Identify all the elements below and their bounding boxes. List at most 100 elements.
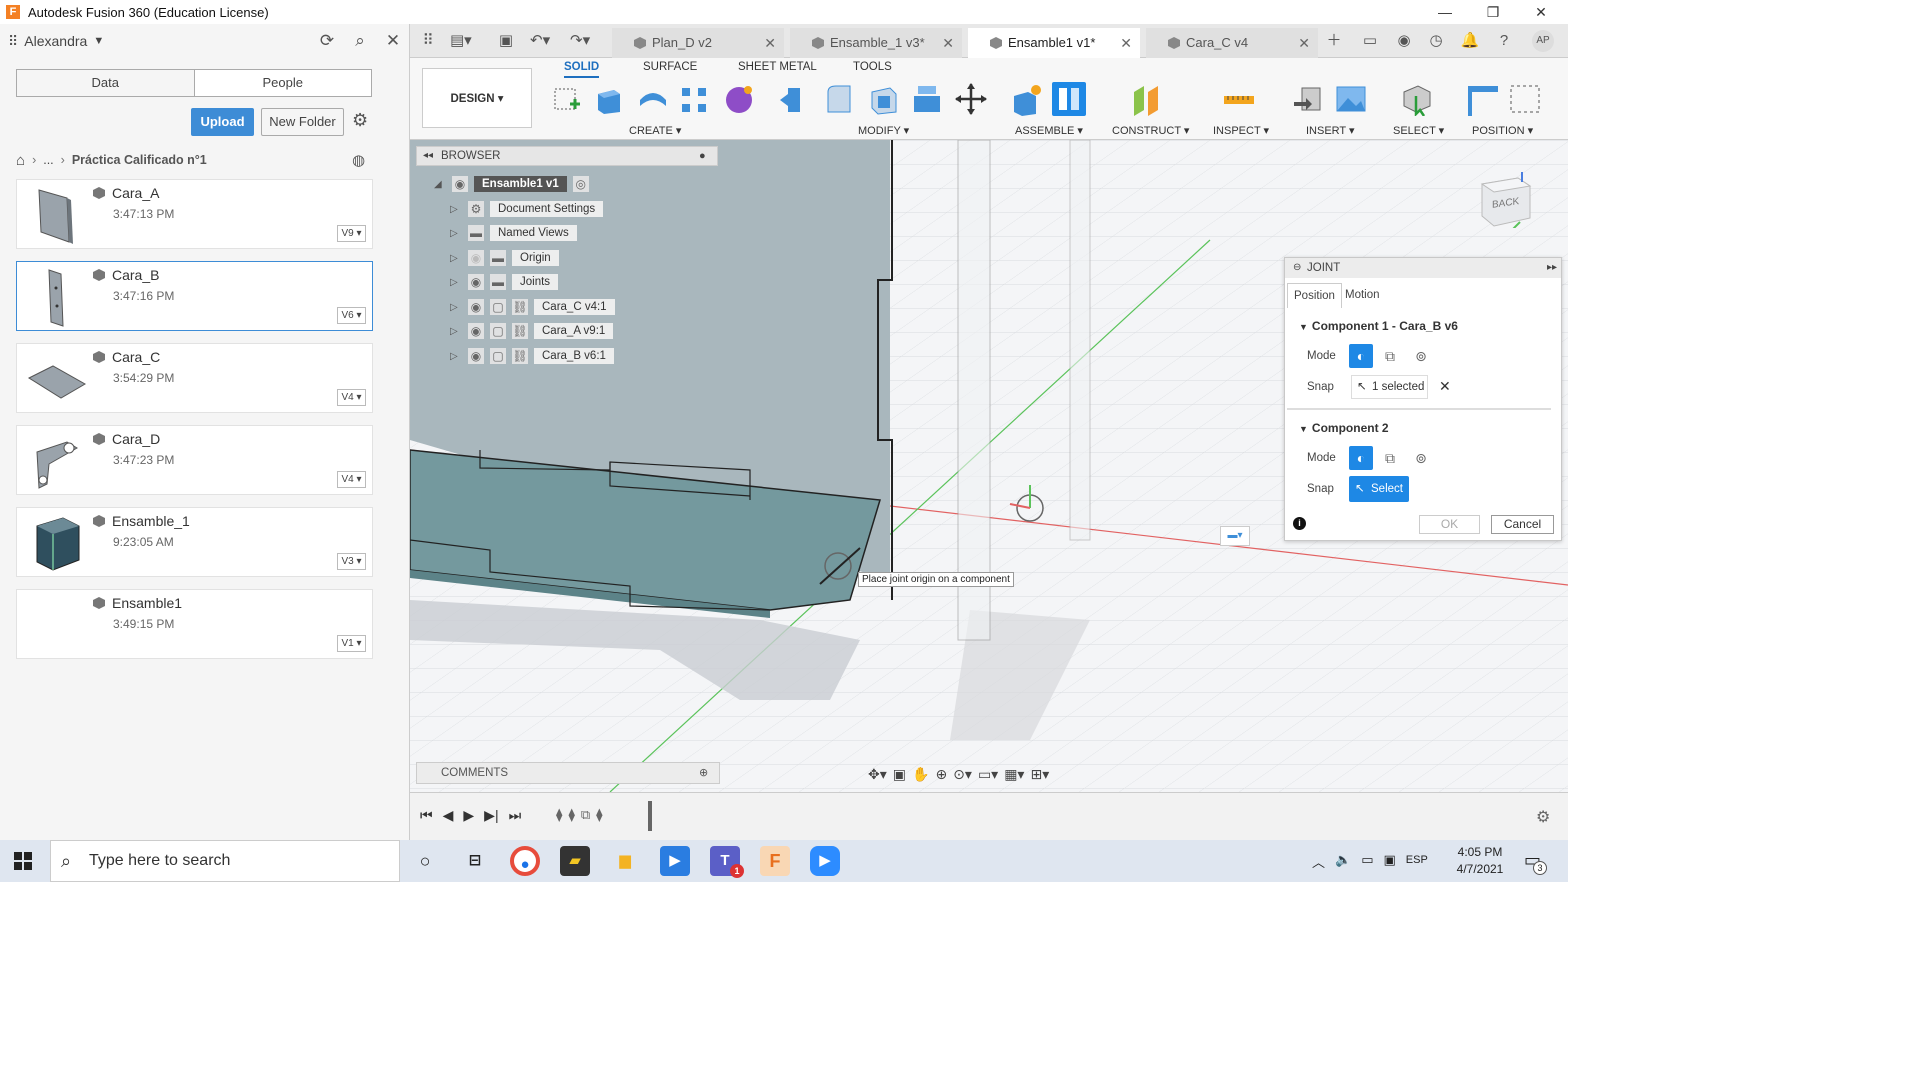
simple-mode-icon[interactable]: ◐ (1349, 344, 1373, 368)
browser-item-joints[interactable]: ▷ ◉ ▬ Joints (450, 272, 559, 292)
workspace-switcher[interactable]: DESIGN ▾ (422, 68, 532, 128)
two-edge-intersection-icon[interactable]: ⊚ (1409, 446, 1433, 470)
inspect-group-label[interactable]: INSPECT ▾ (1213, 124, 1269, 137)
upload-button[interactable]: Upload (191, 108, 254, 136)
redo-icon[interactable]: ↷▾ (570, 31, 590, 51)
insert-group-label[interactable]: INSERT ▾ (1306, 124, 1355, 137)
search-icon[interactable]: ⌕ (349, 30, 371, 52)
expand-triangle-icon[interactable]: ▷ (450, 277, 462, 288)
position-group-label[interactable]: POSITION ▾ (1472, 124, 1533, 137)
minimize-button[interactable]: — (1422, 0, 1468, 24)
insert-derive-icon[interactable] (1292, 82, 1326, 116)
tab-data[interactable]: Data (17, 70, 195, 96)
action-center-icon[interactable]: ▭ 3 (1524, 850, 1548, 875)
joint-icon[interactable] (1052, 82, 1086, 116)
ok-button[interactable]: OK (1419, 515, 1480, 534)
sticky-notes-icon[interactable]: ▰ (560, 846, 590, 876)
save-icon[interactable]: ▣ (496, 31, 516, 51)
modify-group-label[interactable]: MODIFY ▾ (858, 124, 909, 137)
chat-icon[interactable]: ▭ (1360, 31, 1380, 51)
viewports-icon[interactable]: ⊞▾ (1030, 766, 1049, 783)
new-folder-button[interactable]: New Folder (261, 108, 344, 136)
activate-radio-icon[interactable]: ◎ (572, 176, 589, 192)
look-at-icon[interactable]: ▣ (893, 766, 906, 783)
rectangular-pattern-icon[interactable] (678, 82, 712, 116)
component1-section-header[interactable]: ▼ Component 1 - Cara_B v6 (1299, 319, 1458, 333)
fillet-icon[interactable] (822, 82, 856, 116)
home-icon[interactable]: ⌂ (16, 152, 25, 169)
file-card-cara-c[interactable]: Cara_C 3:54:29 PM V4 ▾ (16, 343, 373, 413)
combine-icon[interactable] (910, 82, 944, 116)
close-tab-icon[interactable]: ✕ (942, 28, 954, 58)
file-icon[interactable]: ▤▾ (450, 31, 472, 51)
eye-icon[interactable]: ◉ (468, 323, 484, 339)
undo-icon[interactable]: ↶▾ (530, 31, 550, 51)
collapse-triangle-icon[interactable]: ◢ (434, 179, 446, 190)
timeline-feature-icon[interactable]: ⧫ (568, 807, 574, 823)
browser-item-document-settings[interactable]: ▷ ⚙ Document Settings (450, 199, 604, 219)
fit-icon[interactable]: ⊙▾ (953, 766, 972, 783)
shell-icon[interactable] (866, 82, 900, 116)
chevron-up-icon[interactable]: ︿ (1312, 852, 1325, 871)
create-group-label[interactable]: CREATE ▾ (629, 124, 681, 137)
capture-position-icon[interactable] (1466, 82, 1500, 116)
extensions-icon[interactable]: ◉ (1394, 31, 1414, 51)
add-comment-icon[interactable]: ⊕ (699, 763, 708, 783)
revert-position-icon[interactable] (1508, 82, 1542, 116)
cortana-icon[interactable]: ○ (410, 846, 440, 876)
go-to-start-icon[interactable]: ⏮ (420, 807, 433, 824)
file-explorer-icon[interactable]: ▆ (610, 846, 640, 876)
display-mode-icon[interactable]: ▭▾ (978, 766, 998, 783)
play-icon[interactable]: ▶ (463, 807, 474, 824)
close-tab-icon[interactable]: ✕ (1298, 28, 1310, 58)
between-two-faces-icon[interactable]: ⧉ (1378, 446, 1402, 470)
globe-icon[interactable]: ◍ (352, 151, 365, 169)
job-status-icon[interactable]: ◷ (1426, 31, 1446, 51)
close-tab-icon[interactable]: ✕ (764, 28, 776, 58)
zoom-app-icon[interactable]: ▶ (810, 846, 840, 876)
system-clock[interactable]: 4:05 PM 4/7/2021 (1444, 844, 1516, 878)
new-component-icon[interactable] (1010, 82, 1044, 116)
help-icon[interactable]: ? (1494, 31, 1514, 51)
browser-root-node[interactable]: ◢ ◉ Ensamble1 v1 ◎ (434, 174, 589, 194)
user-name[interactable]: Alexandra (24, 33, 87, 49)
refresh-icon[interactable]: ⟳ (316, 30, 338, 52)
timeline-marker[interactable] (648, 801, 652, 831)
viewcube[interactable]: BACK (1478, 170, 1536, 235)
two-edge-intersection-icon[interactable]: ⊚ (1409, 344, 1433, 368)
doc-tab-ensamble-1[interactable]: Ensamble_1 v3* ✕ (790, 28, 962, 58)
chrome-icon[interactable]: ● (510, 846, 540, 876)
go-to-end-icon[interactable]: ⏭ (509, 807, 522, 824)
offset-plane-icon[interactable] (1130, 82, 1164, 116)
orbit-icon[interactable]: ✥▾ (868, 766, 887, 783)
volume-icon[interactable]: 🔈 (1335, 852, 1351, 871)
collapse-triangle-icon[interactable]: ▼ (1299, 424, 1308, 434)
timeline-settings-icon[interactable]: ⚙ (1536, 807, 1550, 827)
new-tab-icon[interactable]: ＋ (1324, 31, 1344, 51)
timeline-feature-icon[interactable]: ⧫ (596, 807, 602, 823)
clear-selection-icon[interactable]: ✕ (1439, 378, 1451, 395)
grid-menu-icon[interactable]: ⠿ (418, 31, 438, 51)
simple-mode-icon[interactable]: ◐ (1349, 446, 1373, 470)
file-card-cara-b[interactable]: Cara_B 3:47:16 PM V6 ▾ (16, 261, 373, 331)
tab-sheet-metal[interactable]: SHEET METAL (738, 61, 817, 73)
expand-triangle-icon[interactable]: ▷ (450, 204, 462, 215)
joint-dialog-header[interactable]: ⊖ JOINT ▸▸ (1285, 258, 1561, 278)
info-icon[interactable]: i (1293, 517, 1306, 530)
breadcrumb-ellipsis[interactable]: ... (43, 153, 53, 167)
close-tab-icon[interactable]: ✕ (1120, 28, 1132, 58)
press-pull-icon[interactable] (778, 82, 812, 116)
measure-icon[interactable] (1222, 82, 1256, 116)
doc-tab-cara-c[interactable]: Cara_C v4 ✕ (1146, 28, 1318, 58)
browser-item-cara-a[interactable]: ▷ ◉ ▢ ⛓ Cara_A v9:1 (450, 321, 614, 341)
insert-canvas-icon[interactable] (1334, 82, 1368, 116)
browser-pin-icon[interactable]: ● (699, 147, 706, 165)
tab-motion[interactable]: Motion (1339, 283, 1386, 308)
construct-group-label[interactable]: CONSTRUCT ▾ (1112, 124, 1189, 137)
close-icon[interactable]: ✕ (382, 30, 404, 52)
doc-tab-plan-d[interactable]: Plan_D v2 ✕ (612, 28, 784, 58)
move-icon[interactable] (954, 82, 988, 116)
collapse-triangle-icon[interactable]: ▼ (1299, 322, 1308, 332)
snap2-select-button[interactable]: ↖ Select (1349, 476, 1409, 502)
browser-item-named-views[interactable]: ▷ ▬ Named Views (450, 223, 577, 243)
